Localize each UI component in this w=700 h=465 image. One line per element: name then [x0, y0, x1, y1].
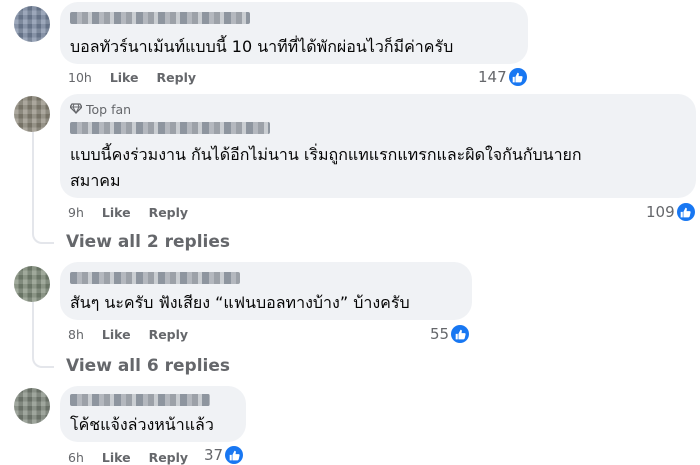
author-name[interactable] [70, 394, 210, 406]
comment-time[interactable]: 6h [68, 450, 84, 465]
comment-meta: 9h Like Reply [68, 205, 188, 220]
author-name[interactable] [70, 12, 250, 24]
reply-link[interactable]: Reply [149, 450, 188, 465]
top-fan-badge: Top fan [69, 102, 132, 117]
view-replies-link[interactable]: View all 2 replies [66, 232, 230, 252]
reaction-summary[interactable]: 147 [478, 68, 527, 86]
comment-text: โค้ชแจ้งล่วงหน้าแล้ว [70, 415, 214, 434]
reply-link[interactable]: Reply [157, 70, 196, 85]
reaction-summary[interactable]: 109 [646, 203, 695, 221]
comment-bubble: สันๆ นะครับ ฟังเสียง “แฟนบอลทางบ้าง” บ้า… [60, 262, 472, 320]
comment-time[interactable]: 9h [68, 205, 84, 220]
reaction-count: 147 [478, 68, 507, 86]
comment-time[interactable]: 8h [68, 327, 84, 342]
avatar[interactable] [14, 388, 50, 424]
reaction-summary[interactable]: 37 [204, 446, 244, 464]
comment-text: บอลทัวร์นาเม้นท์แบบนี้ 10 นาทีที่ได้พักผ… [70, 37, 454, 56]
like-link[interactable]: Like [110, 70, 139, 85]
diamond-icon [69, 102, 83, 117]
avatar[interactable] [14, 6, 50, 42]
author-name[interactable] [70, 272, 240, 284]
reply-link[interactable]: Reply [149, 327, 188, 342]
comment-text-line: สมาคม [70, 171, 121, 190]
thread-line [32, 300, 54, 368]
reaction-count: 55 [430, 325, 450, 343]
like-link[interactable]: Like [102, 450, 131, 465]
reaction-count: 37 [204, 446, 224, 464]
thumbs-up-icon [508, 68, 527, 86]
comment-meta: 6h Like Reply [68, 450, 188, 465]
view-replies-link[interactable]: View all 6 replies [66, 356, 230, 376]
thumbs-up-icon [451, 325, 470, 343]
author-name[interactable] [70, 122, 270, 134]
thumbs-up-icon [676, 203, 695, 221]
comment-text: สันๆ นะครับ ฟังเสียง “แฟนบอลทางบ้าง” บ้า… [70, 293, 410, 312]
reaction-summary[interactable]: 55 [430, 325, 470, 343]
thread-line [32, 130, 54, 244]
comment-meta: 8h Like Reply [68, 327, 188, 342]
comment-text: แบบนี้คงร่วมงาน กันได้อีกไม่นาน เริ่มถูก… [70, 144, 690, 192]
comment-meta: 10h Like Reply [68, 70, 196, 85]
comment-time[interactable]: 10h [68, 70, 92, 85]
comment-text-line: แบบนี้คงร่วมงาน กันได้อีกไม่นาน เริ่มถูก… [70, 145, 582, 164]
thumbs-up-icon [225, 446, 244, 464]
comment-bubble: Top fan แบบนี้คงร่วมงาน กันได้อีกไม่นาน … [60, 94, 696, 198]
reaction-count: 109 [646, 203, 675, 221]
avatar[interactable] [14, 266, 50, 302]
comment-bubble: โค้ชแจ้งล่วงหน้าแล้ว [60, 386, 246, 442]
reply-link[interactable]: Reply [149, 205, 188, 220]
avatar[interactable] [14, 96, 50, 132]
top-fan-label: Top fan [86, 102, 132, 117]
comment-bubble: บอลทัวร์นาเม้นท์แบบนี้ 10 นาทีที่ได้พักผ… [60, 2, 528, 64]
like-link[interactable]: Like [102, 205, 131, 220]
like-link[interactable]: Like [102, 327, 131, 342]
